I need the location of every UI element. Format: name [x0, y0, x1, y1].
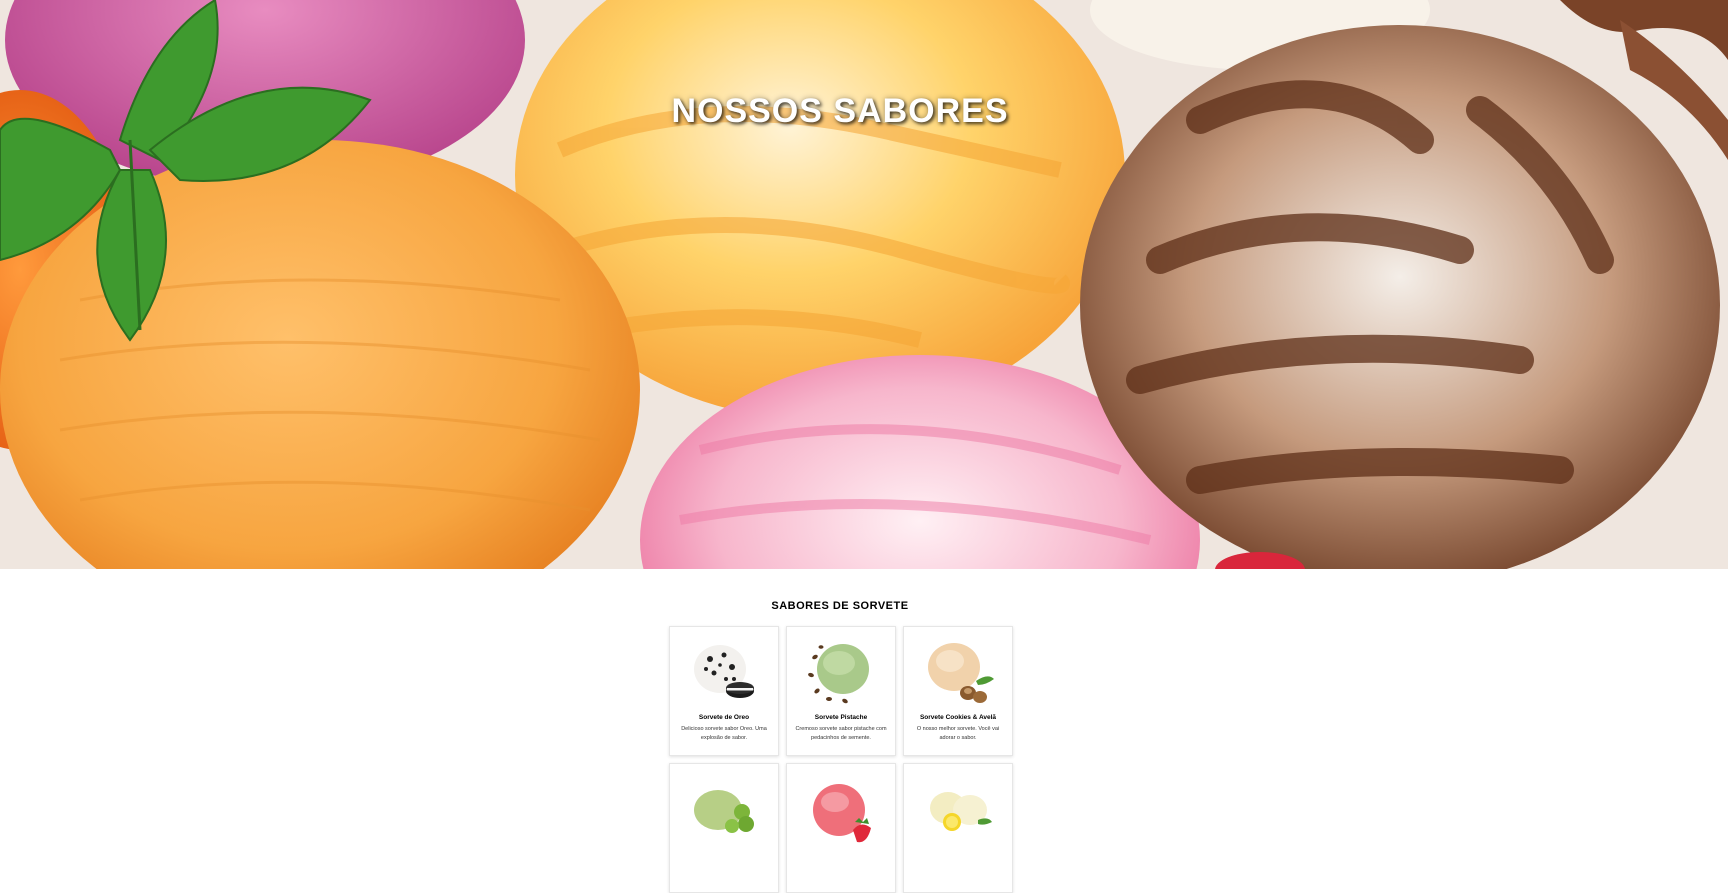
flavor-card-oreo[interactable]: Sorvete de Oreo Delicioso sorvete sabor … [669, 626, 779, 756]
hero-banner: NOSSOS SABORES [0, 0, 1728, 569]
lime-ice-cream-image [694, 790, 754, 833]
cookies-hazelnut-ice-cream-image [928, 643, 994, 703]
hero-title: NOSSOS SABORES [671, 92, 1009, 130]
card-name: Sorvete de Oreo [698, 714, 750, 721]
flavor-card-lime[interactable] [669, 763, 779, 893]
section-title: SABORES DE SORVETE [771, 600, 909, 612]
card-name: Sorvete Pistache [814, 714, 868, 721]
lemon-ice-cream-image [930, 792, 992, 831]
flavor-card-grid: Sorvete de Oreo Delicioso sorvete sabor … [669, 626, 1013, 893]
strawberry-ice-cream-image [813, 784, 871, 843]
pistachio-ice-cream-image [808, 644, 869, 704]
flavor-card-lemon[interactable] [903, 763, 1013, 893]
ice-cream-scoops-image [0, 0, 1728, 569]
oreo-ice-cream-image [694, 645, 754, 698]
card-name: Sorvete Cookies & Avelã [919, 714, 997, 721]
flavor-card-pistache[interactable]: Sorvete Pistache Cremoso sorvete sabor p… [786, 626, 896, 756]
flavor-card-cookies-avela[interactable]: Sorvete Cookies & Avelã O nosso melhor s… [903, 626, 1013, 756]
flavor-card-strawberry[interactable] [786, 763, 896, 893]
card-description: Delicioso sorvete sabor Oreo. Uma explos… [681, 726, 767, 741]
card-description: Cremoso sorvete sabor pistache com pedac… [795, 726, 887, 741]
card-description: O nosso melhor sorvete. Você vai adorar … [916, 726, 1000, 741]
